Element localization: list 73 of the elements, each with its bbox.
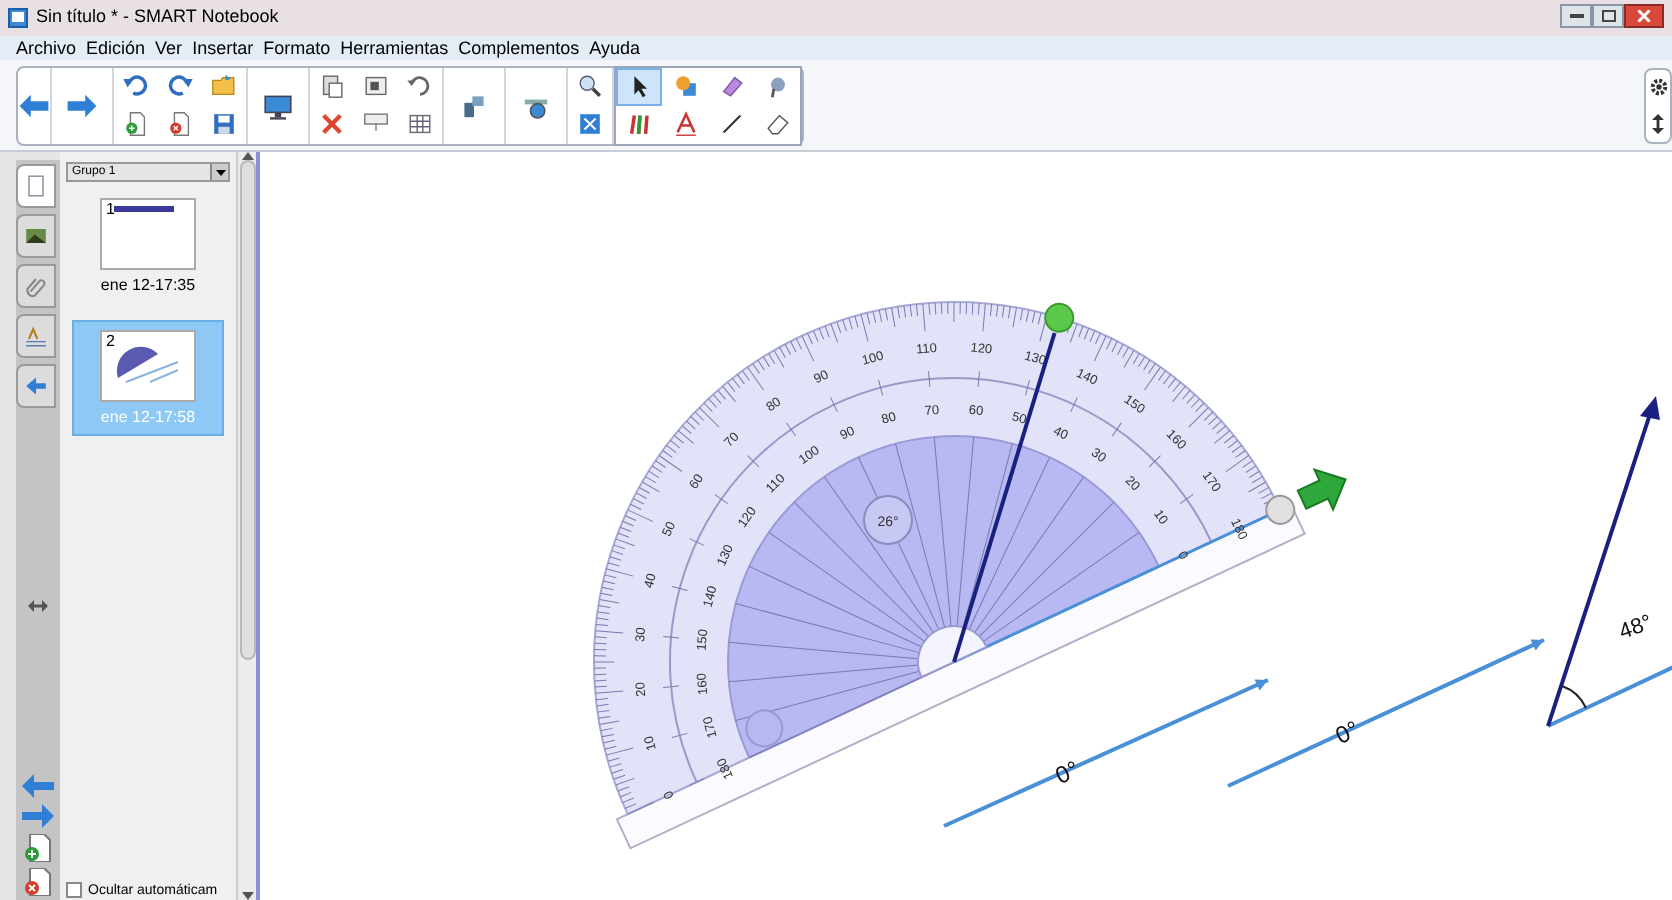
tool-button[interactable] xyxy=(616,67,662,105)
app-icon xyxy=(8,8,28,28)
folder-icon xyxy=(210,72,238,100)
back-arrow-icon xyxy=(18,89,50,121)
angle-label: 0° xyxy=(1331,714,1364,750)
properties-icon xyxy=(22,322,50,350)
page-icon xyxy=(22,172,50,200)
dropdown-arrow-icon xyxy=(215,169,225,175)
window-title: Sin título * - SMART Notebook xyxy=(36,4,279,31)
paste-icon xyxy=(318,72,346,100)
center-hub xyxy=(917,625,988,679)
page-time: ene 12-17:35 xyxy=(100,274,196,298)
pens-icon xyxy=(625,110,653,138)
magnifier-icon xyxy=(576,72,604,100)
arrow-line[interactable] xyxy=(943,678,1269,828)
minimize-button[interactable] xyxy=(1560,4,1592,28)
menu-item[interactable]: Ver xyxy=(155,39,183,57)
puzzle-icon xyxy=(22,372,50,400)
scrollbar-thumb[interactable] xyxy=(239,160,255,660)
forward-arrow-icon[interactable] xyxy=(22,804,54,828)
menu-item[interactable]: Edición xyxy=(86,39,146,57)
angle-arm-line[interactable] xyxy=(952,332,1057,663)
minimize-icon xyxy=(1569,14,1583,18)
angle-reading-bubble xyxy=(863,495,913,545)
menu-item[interactable]: Complementos xyxy=(458,39,580,57)
page-thumbnail-card[interactable]: 1 ene 12-17:35 xyxy=(72,188,224,304)
shapes-icon xyxy=(671,72,699,100)
fullscreen-icon xyxy=(576,110,604,138)
settings-icon xyxy=(1649,78,1667,96)
delete-icon xyxy=(318,110,346,138)
rotate-handle[interactable] xyxy=(1044,302,1075,333)
menu-item[interactable]: Herramientas xyxy=(340,39,449,57)
page-number: 1 xyxy=(104,200,115,222)
highlighter-icon xyxy=(717,72,745,100)
small-handle[interactable] xyxy=(745,709,784,748)
page-number: 2 xyxy=(104,332,115,354)
save-icon xyxy=(210,110,238,138)
page-time: ene 12-17:58 xyxy=(100,406,196,430)
line-icon xyxy=(717,110,745,138)
capture-icon xyxy=(362,72,390,100)
add-page-icon[interactable] xyxy=(24,834,52,862)
angle-drawing[interactable] xyxy=(1546,396,1672,728)
undo-icon xyxy=(122,72,150,100)
menu-item[interactable]: Formato xyxy=(263,39,331,57)
delete-page-icon[interactable] xyxy=(24,868,52,896)
eraser-icon xyxy=(763,110,791,138)
maximize-button[interactable] xyxy=(1592,4,1624,28)
forward-arrow-icon xyxy=(66,89,98,121)
auto-hide-checkbox[interactable] xyxy=(66,882,82,898)
side-tab[interactable] xyxy=(16,214,56,258)
menu-item[interactable]: Ayuda xyxy=(589,39,641,57)
close-icon xyxy=(1638,10,1650,22)
up-down-arrow-icon xyxy=(1652,113,1664,133)
redo-icon xyxy=(166,72,194,100)
menu-item[interactable]: Insertar xyxy=(192,39,254,57)
angle-label: 0° xyxy=(1051,755,1084,790)
resize-handle[interactable] xyxy=(1265,494,1296,525)
add-page-icon xyxy=(122,110,150,138)
scrollbar[interactable] xyxy=(236,152,256,900)
back-arrow-icon[interactable] xyxy=(22,774,54,798)
arrow-handle-icon[interactable] xyxy=(1296,468,1347,512)
delete-page-icon xyxy=(166,110,194,138)
close-button[interactable] xyxy=(1624,4,1664,28)
page-thumbnail-card[interactable]: 2 ene 12-17:58 xyxy=(72,320,224,436)
restore-icon xyxy=(1601,10,1615,22)
menu-item[interactable]: Archivo xyxy=(16,39,77,57)
reset-icon xyxy=(406,72,434,100)
text-icon xyxy=(671,110,699,138)
table-icon xyxy=(406,110,434,138)
angle-label: 48° xyxy=(1616,610,1656,645)
thumbnail-line-drawing xyxy=(114,206,175,212)
scroll-down-icon[interactable] xyxy=(241,892,253,900)
resize-arrows-icon[interactable] xyxy=(28,600,48,612)
